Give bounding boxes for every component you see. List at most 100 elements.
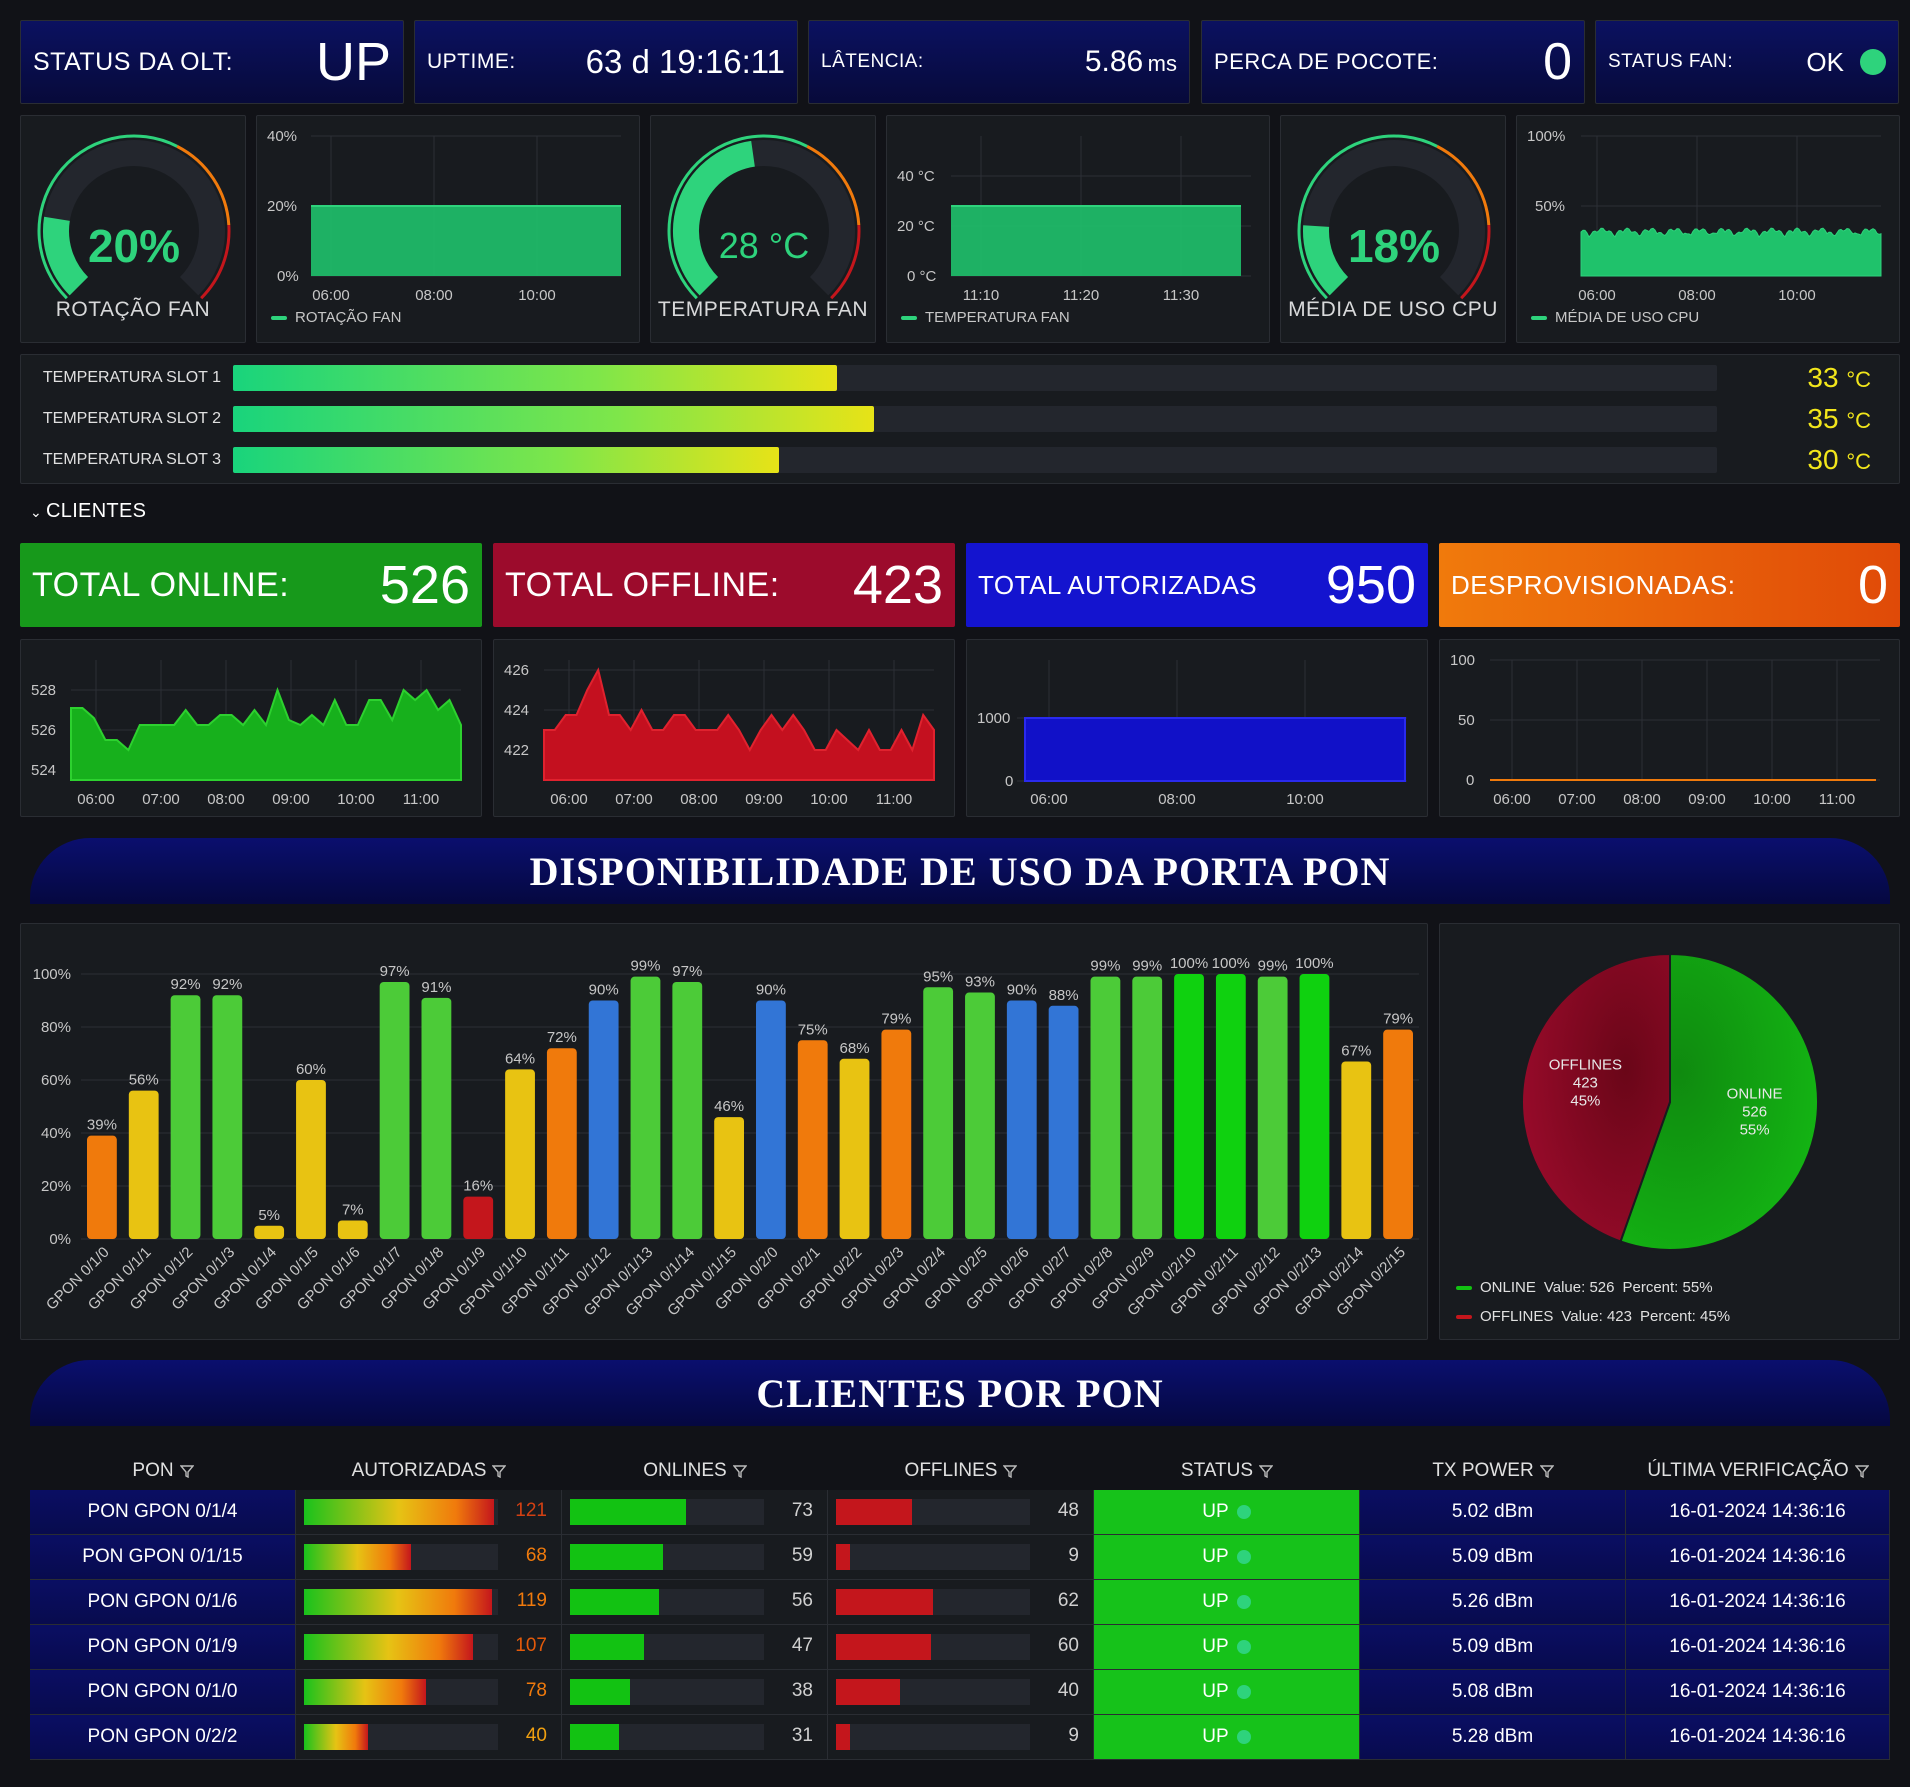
- pie-legend-offline[interactable]: OFFLINES Value: 423 Percent: 45%: [1456, 1308, 1730, 1325]
- legend-item[interactable]: ROTAÇÃO FAN: [271, 309, 401, 326]
- clients-pie-panel: ONLINE 526 55% OFFLINES 423 45% ONLINE Value:…: [1439, 923, 1900, 1340]
- table-row[interactable]: PON GPON 0/1/0 78 38 40 UP 5.08 dBm 16-01-2024…: [30, 1670, 1890, 1715]
- bar[interactable]: [254, 1225, 285, 1239]
- table-row[interactable]: PON GPON 0/1/15 68 59 9 UP 5.09 dBm 16-01-2024…: [30, 1535, 1890, 1580]
- bar[interactable]: [1299, 974, 1330, 1239]
- column-header[interactable]: ONLINES: [562, 1460, 828, 1482]
- x-tick: 11:30: [1163, 287, 1199, 304]
- slot-row: TEMPERATURA SLOT 3 30 °C: [33, 444, 1893, 475]
- bar[interactable]: [923, 987, 954, 1239]
- authorized-cell: 68: [296, 1535, 562, 1579]
- column-header[interactable]: STATUS: [1094, 1460, 1360, 1482]
- tx-power-cell: 5.09 dBm: [1360, 1625, 1626, 1669]
- fan-status-value: OK: [1806, 46, 1844, 77]
- y-tick: 40 °C: [897, 168, 935, 185]
- bar[interactable]: [1215, 974, 1246, 1239]
- bar[interactable]: [1341, 1061, 1372, 1239]
- legend-item[interactable]: MÉDIA DE USO CPU: [1531, 309, 1699, 326]
- status-cell: UP: [1094, 1670, 1360, 1714]
- table-row[interactable]: PON GPON 0/1/4 121 73 48 UP 5.02 dBm 16-01-202…: [30, 1490, 1890, 1535]
- bar[interactable]: [672, 981, 703, 1239]
- column-header[interactable]: TX POWER: [1360, 1460, 1626, 1482]
- bar[interactable]: [881, 1029, 912, 1239]
- bar[interactable]: [1383, 1029, 1413, 1239]
- column-header[interactable]: OFFLINES: [828, 1460, 1094, 1482]
- cell-bar: [304, 1499, 498, 1525]
- bar[interactable]: [1174, 974, 1204, 1239]
- table-row[interactable]: PON GPON 0/1/6 119 56 62 UP 5.26 dBm 16-01-202…: [30, 1580, 1890, 1625]
- offline-chart: 426 424 422 06:00 07:00 08:00 09:00 10:0…: [504, 660, 935, 808]
- status-text: UP: [1202, 1681, 1229, 1702]
- status-text: UP: [1202, 1546, 1229, 1567]
- bar[interactable]: [87, 1135, 117, 1239]
- bar[interactable]: [546, 1048, 577, 1239]
- bar[interactable]: [170, 995, 201, 1239]
- filter-icon[interactable]: [732, 1464, 747, 1478]
- bar[interactable]: [296, 1080, 326, 1239]
- bar[interactable]: [421, 997, 452, 1239]
- authorized-chart: 1000 0 06:00 08:00 10:00: [977, 660, 1407, 808]
- slot-bar-fill: [233, 447, 780, 473]
- column-header[interactable]: PON: [30, 1460, 296, 1482]
- bar[interactable]: [379, 981, 410, 1239]
- bar[interactable]: [839, 1058, 870, 1239]
- cell-bar-fill: [570, 1634, 644, 1660]
- x-tick: 10:00: [1778, 287, 1816, 304]
- cell-bar: [836, 1499, 1030, 1525]
- legend-item[interactable]: TEMPERATURA FAN: [901, 309, 1070, 326]
- gauge-fill: [1303, 225, 1349, 296]
- bar[interactable]: [1257, 976, 1288, 1239]
- bar[interactable]: [505, 1069, 535, 1239]
- bar[interactable]: [463, 1196, 494, 1239]
- bar[interactable]: [212, 995, 243, 1239]
- bar[interactable]: [1090, 976, 1121, 1239]
- bar[interactable]: [1048, 1005, 1079, 1239]
- tx-power-cell: 5.26 dBm: [1360, 1580, 1626, 1624]
- y-tick: 20 °C: [897, 218, 935, 235]
- bar[interactable]: [588, 1000, 619, 1240]
- filter-icon[interactable]: [1003, 1464, 1018, 1478]
- pie-legend-online[interactable]: ONLINE Value: 526 Percent: 55%: [1456, 1279, 1713, 1296]
- x-tick: 10:00: [337, 791, 375, 808]
- clients-section-toggle[interactable]: ⌄ CLIENTES: [30, 500, 146, 523]
- bar[interactable]: [1132, 976, 1163, 1239]
- bar-label: 79%: [881, 1011, 911, 1028]
- bar-label: 39%: [87, 1117, 117, 1134]
- y-tick: 40%: [41, 1125, 71, 1142]
- table-row[interactable]: PON GPON 0/2/2 40 31 9 UP 5.28 dBm 16-01-2024 …: [30, 1715, 1890, 1760]
- cell-value: 48: [1057, 1500, 1079, 1521]
- latency-unit: ms: [1147, 51, 1177, 76]
- bar[interactable]: [630, 976, 661, 1239]
- pon-usage-chart-panel: 0% 20% 40% 60% 80% 100% 39% GPON 0/1/0 56% GPON 0…: [20, 923, 1428, 1340]
- y-tick: 528: [31, 682, 56, 699]
- status-dot-icon: [1236, 1505, 1251, 1519]
- fan-temperature-gauge-label: TEMPERATURA FAN: [657, 298, 869, 321]
- slot-row: TEMPERATURA SLOT 1 33 °C: [33, 362, 1893, 393]
- bar-label: 99%: [1090, 958, 1120, 975]
- tx-power-cell: 5.28 dBm: [1360, 1715, 1626, 1759]
- filter-icon[interactable]: [492, 1464, 507, 1478]
- online-cell: 59: [562, 1535, 828, 1579]
- table-row[interactable]: PON GPON 0/1/9 107 47 60 UP 5.09 dBm 16-01-202…: [30, 1625, 1890, 1670]
- bar[interactable]: [965, 992, 995, 1239]
- status-dot-icon: [1236, 1550, 1251, 1564]
- cell-bar: [304, 1544, 498, 1570]
- filter-icon[interactable]: [1539, 1464, 1554, 1478]
- column-header[interactable]: AUTORIZADAS: [296, 1460, 562, 1482]
- offline-cell: 48: [828, 1490, 1094, 1534]
- bar[interactable]: [337, 1220, 368, 1239]
- pon-usage-bar-chart: 0%20%40%60%80%100%39%GPON 0/1/056%GPON 0…: [33, 955, 1419, 1320]
- total-online-value: 526: [379, 555, 470, 615]
- filter-icon[interactable]: [1854, 1464, 1869, 1478]
- column-header[interactable]: ÚLTIMA VERIFICAÇÃO: [1626, 1460, 1890, 1482]
- filter-icon[interactable]: [1259, 1464, 1274, 1478]
- authorized-cell: 107: [296, 1625, 562, 1669]
- last-check-cell: 16-01-2024 14:36:16: [1626, 1490, 1890, 1534]
- bar[interactable]: [128, 1090, 159, 1239]
- bar[interactable]: [1006, 1000, 1037, 1240]
- filter-icon[interactable]: [179, 1464, 194, 1478]
- bar[interactable]: [797, 1040, 828, 1239]
- bar[interactable]: [714, 1117, 744, 1239]
- y-tick: 0: [1005, 773, 1013, 790]
- bar[interactable]: [756, 1000, 786, 1240]
